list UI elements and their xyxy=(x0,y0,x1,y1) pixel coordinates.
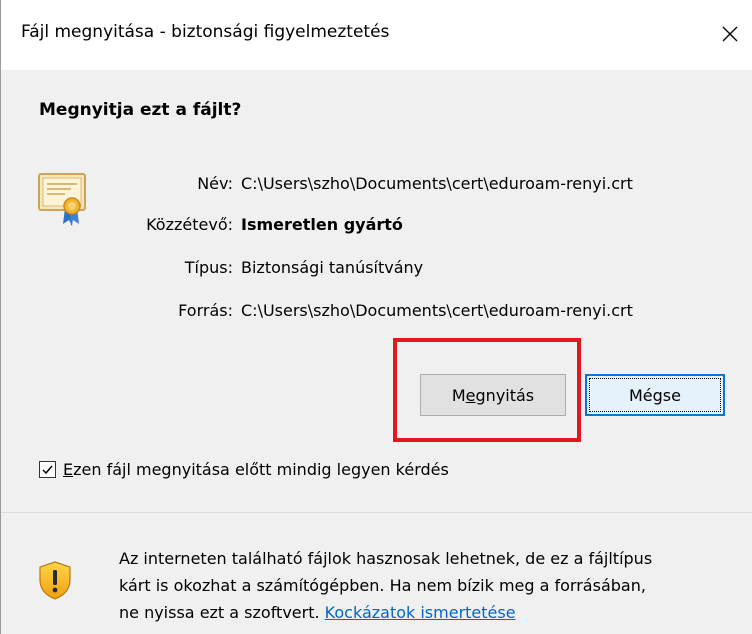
warning-line: Az interneten található fájlok hasznosak… xyxy=(119,549,653,568)
security-warning-dialog: Fájl megnyitása - biztonsági figyelmezte… xyxy=(0,0,752,634)
cancel-button-label: Mégse xyxy=(629,385,681,405)
cancel-button[interactable]: Mégse xyxy=(585,374,725,416)
source-label: Forrás: xyxy=(178,301,233,320)
highlight-box xyxy=(393,338,581,442)
dialog-heading: Megnyitja ezt a fájlt? xyxy=(39,100,242,120)
window-title: Fájl megnyitása - biztonsági figyelmezte… xyxy=(21,22,390,42)
risks-link[interactable]: Kockázatok ismertetése xyxy=(325,603,516,622)
publisher-label: Közzétevő: xyxy=(146,215,233,234)
close-icon xyxy=(722,26,738,42)
shield-warning-icon xyxy=(39,561,71,600)
warning-line: ne nyissa ezt a szoftvert. Kockázatok is… xyxy=(119,603,516,622)
warning-line: kárt is okozhat a számítógépben. Ha nem … xyxy=(119,576,646,595)
type-label: Típus: xyxy=(184,258,233,277)
publisher-value: Ismeretlen gyártó xyxy=(241,215,403,234)
type-value: Biztonsági tanúsítvány xyxy=(241,258,424,277)
close-button[interactable] xyxy=(707,14,752,54)
warning-message: Az interneten található fájlok hasznosak… xyxy=(119,545,744,626)
divider xyxy=(1,512,752,513)
name-value: C:\Users\szho\Documents\cert\eduroam-ren… xyxy=(241,174,633,193)
title-bar: Fájl megnyitása - biztonsági figyelmezte… xyxy=(1,0,752,70)
checkmark-icon xyxy=(42,465,53,475)
name-label: Név: xyxy=(197,174,233,193)
always-ask-checkbox[interactable] xyxy=(39,461,56,478)
source-value: C:\Users\szho\Documents\cert\eduroam-ren… xyxy=(241,301,633,320)
always-ask-label[interactable]: Ezen fájl megnyitása előtt mindig legyen… xyxy=(63,460,449,479)
